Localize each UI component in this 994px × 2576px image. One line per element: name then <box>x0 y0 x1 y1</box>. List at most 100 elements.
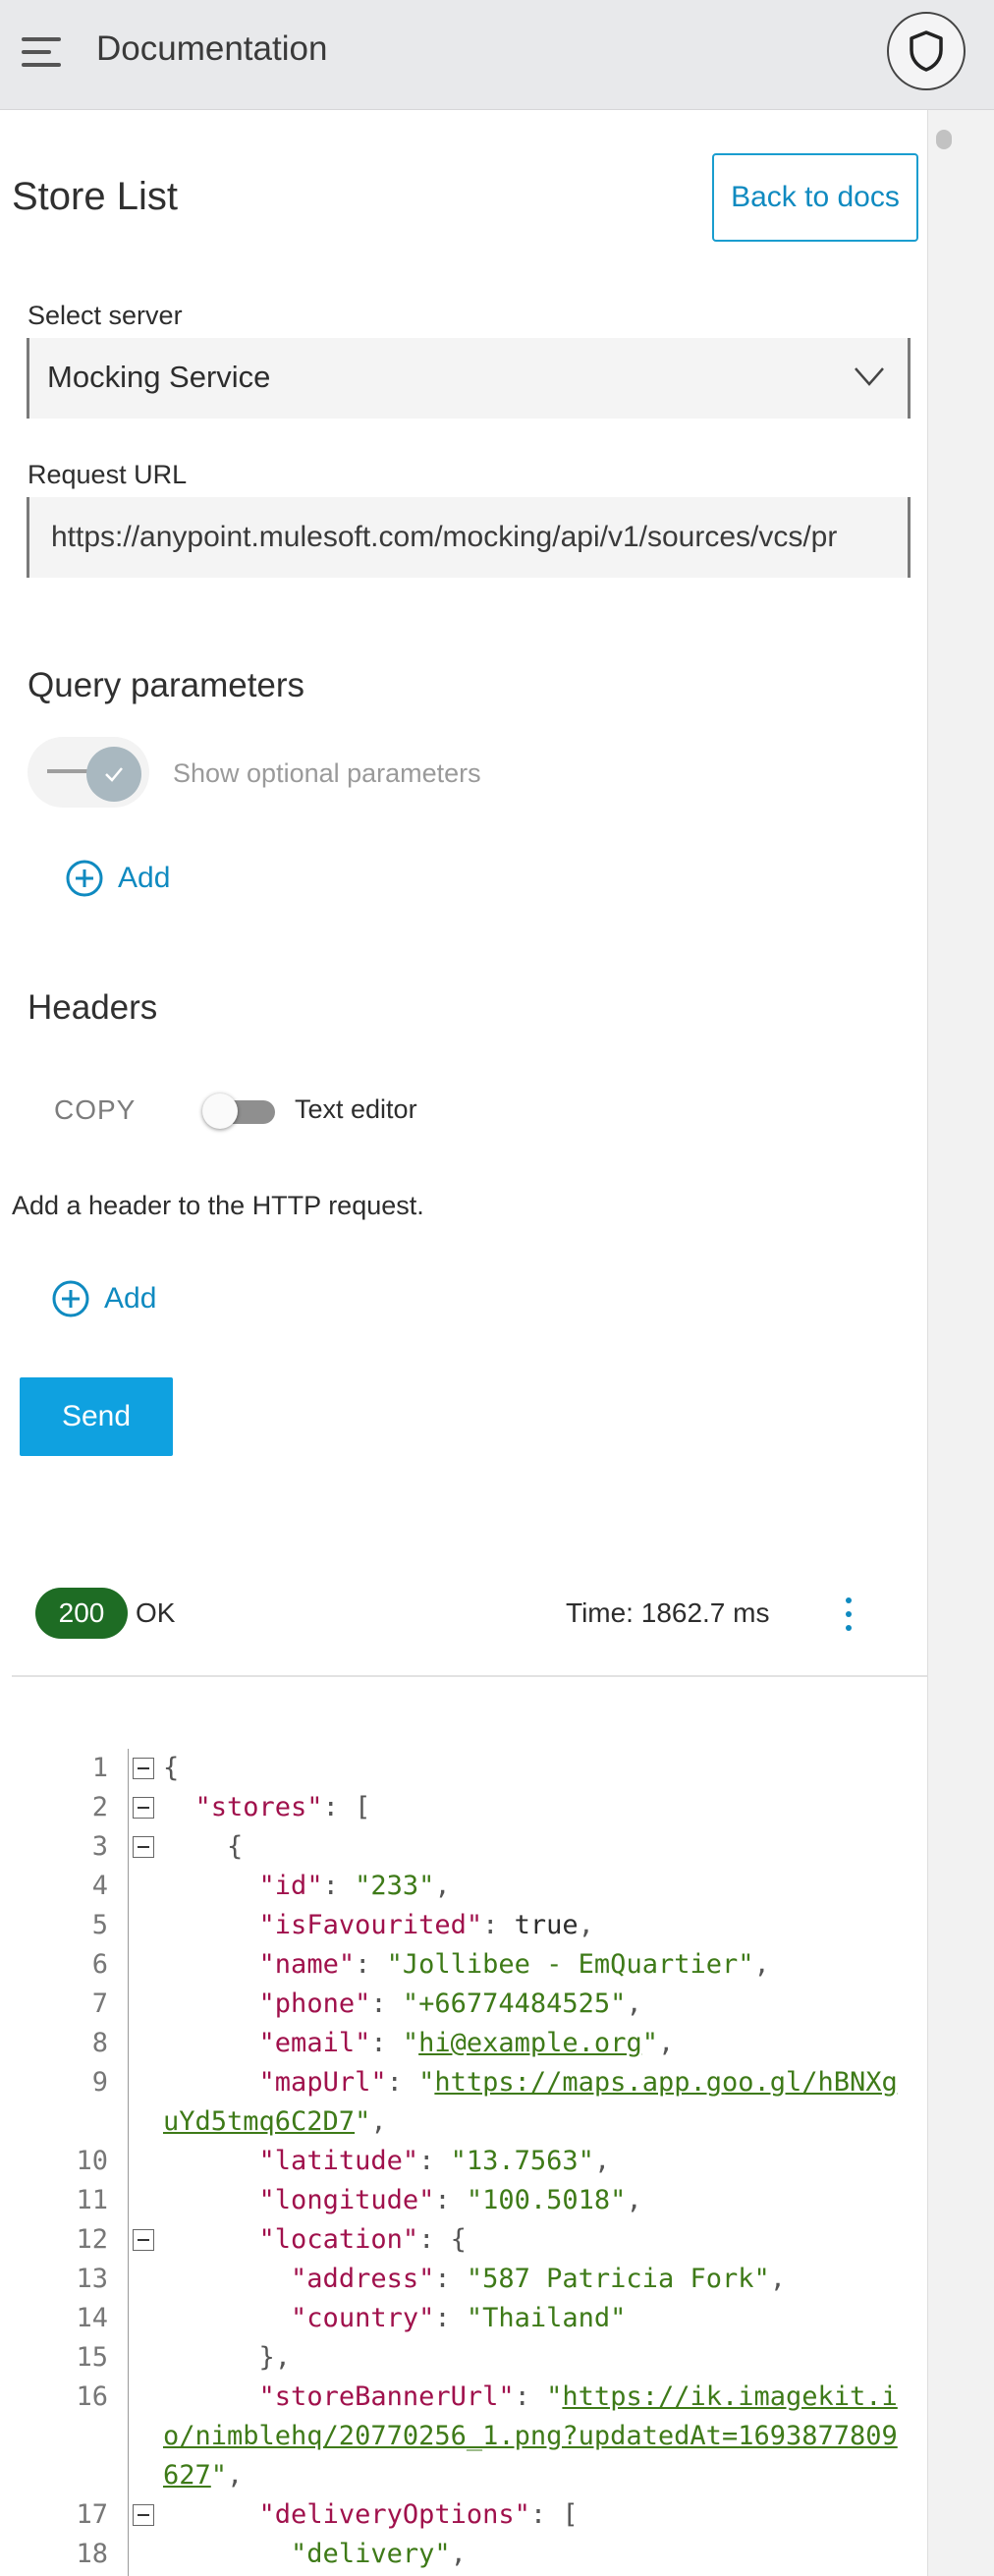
banner-url-link[interactable]: 627 <box>163 2460 211 2491</box>
code-line: 18 "delivery", <box>0 2535 927 2574</box>
request-url-value: https://anypoint.mulesoft.com/mocking/ap… <box>51 521 838 553</box>
code-line: 13 "address": "587 Patricia Fork", <box>0 2260 927 2299</box>
line-number: 8 <box>91 2028 108 2058</box>
code-line: 1{ <box>0 1749 927 1788</box>
code-text: "email": "hi@example.org", <box>258 2028 675 2058</box>
fold-toggle-icon[interactable] <box>133 1758 154 1779</box>
code-text: { <box>227 1831 244 1862</box>
code-line: 627", <box>0 2456 927 2495</box>
code-line: 15 }, <box>0 2338 927 2378</box>
code-line: 12 "location": { <box>0 2220 927 2260</box>
code-text: "country": "Thailand" <box>291 2303 627 2333</box>
status-badge: 200 <box>35 1588 128 1639</box>
code-line: 5 "isFavourited": true, <box>0 1906 927 1945</box>
app-bar: Documentation <box>0 0 994 110</box>
back-to-docs-button[interactable]: Back to docs <box>712 153 918 242</box>
code-line: 11 "longitude": "100.5018", <box>0 2181 927 2220</box>
scrollbar-track[interactable] <box>927 110 994 2576</box>
line-number: 14 <box>76 2303 108 2333</box>
hamburger-menu-icon[interactable] <box>22 35 65 69</box>
shield-icon <box>910 30 943 72</box>
code-text: "deliveryOptions": [ <box>258 2499 579 2530</box>
toggle-knob <box>86 747 141 802</box>
banner-url-link[interactable]: o/nimblehq/20770256_1.png?updatedAt=1693… <box>163 2421 898 2451</box>
code-text: uYd5tmq6C2D7", <box>163 2106 387 2137</box>
code-text: "isFavourited": true, <box>258 1910 594 1940</box>
chevron-down-icon <box>855 367 884 386</box>
more-options-icon[interactable] <box>841 1597 856 1631</box>
code-line: uYd5tmq6C2D7", <box>0 2102 927 2142</box>
code-text: "phone": "+66774484525", <box>258 1988 642 2019</box>
optional-parameters-toggle[interactable] <box>28 737 149 808</box>
code-text: "id": "233", <box>258 1871 451 1901</box>
code-line: 4 "id": "233", <box>0 1867 927 1906</box>
code-line: 16 "storeBannerUrl": "https://ik.imageki… <box>0 2378 927 2417</box>
query-parameters-title: Query parameters <box>28 666 305 704</box>
line-number: 10 <box>76 2146 108 2176</box>
page-title: Store List <box>12 175 178 218</box>
status-text: OK <box>136 1597 176 1628</box>
fold-toggle-icon[interactable] <box>133 2504 154 2526</box>
headers-title: Headers <box>28 988 158 1027</box>
code-line: 6 "name": "Jollibee - EmQuartier", <box>0 1945 927 1985</box>
code-text: "mapUrl": "https://maps.app.goo.gl/hBNXg <box>258 2067 898 2098</box>
code-line: 2 "stores": [ <box>0 1788 927 1827</box>
line-number: 3 <box>91 1831 108 1862</box>
code-line: 8 "email": "hi@example.org", <box>0 2024 927 2063</box>
fold-toggle-icon[interactable] <box>133 1797 154 1819</box>
email-link[interactable]: hi@example.org <box>418 2028 642 2058</box>
code-line: 10 "latitude": "13.7563", <box>0 2142 927 2181</box>
map-url-link[interactable]: uYd5tmq6C2D7 <box>163 2106 355 2137</box>
scrollbar-thumb[interactable] <box>936 130 952 149</box>
banner-url-link[interactable]: https://ik.imagekit.i <box>562 2381 897 2412</box>
optional-parameters-label: Show optional parameters <box>173 758 481 788</box>
code-text: }, <box>258 2342 292 2373</box>
server-select[interactable]: Mocking Service <box>27 338 911 419</box>
add-label: Add <box>118 862 171 894</box>
line-number: 9 <box>91 2067 108 2098</box>
code-text: "delivery", <box>291 2539 467 2569</box>
line-number: 16 <box>76 2381 108 2412</box>
add-header-button[interactable]: Add <box>51 1279 156 1318</box>
code-text: "location": { <box>258 2224 467 2255</box>
toggle-knob <box>202 1093 238 1129</box>
fold-toggle-icon[interactable] <box>133 2229 154 2251</box>
line-number: 4 <box>91 1871 108 1901</box>
add-circle-icon <box>52 1280 89 1317</box>
shield-button[interactable] <box>887 12 966 90</box>
code-line: 3 { <box>0 1827 927 1867</box>
server-select-value: Mocking Service <box>47 360 271 394</box>
code-text: "address": "587 Patricia Fork", <box>291 2264 786 2294</box>
code-line: 7 "phone": "+66774484525", <box>0 1985 927 2024</box>
code-text: "stores": [ <box>194 1792 371 1822</box>
response-time: Time: 1862.7 ms <box>566 1597 770 1628</box>
code-text: "latitude": "13.7563", <box>258 2146 611 2176</box>
response-body-viewer: 1{ 2 "stores": [ 3 { 4 "id": "233", 5 "i… <box>0 1749 927 2574</box>
line-number: 1 <box>91 1753 108 1783</box>
check-icon <box>105 767 123 782</box>
line-number: 7 <box>91 1988 108 2019</box>
text-editor-label: Text editor <box>295 1094 417 1124</box>
line-number: 2 <box>91 1792 108 1822</box>
code-line: 14 "country": "Thailand" <box>0 2299 927 2338</box>
request-url-label: Request URL <box>28 460 188 489</box>
code-line: o/nimblehq/20770256_1.png?updatedAt=1693… <box>0 2417 927 2456</box>
line-number: 18 <box>76 2539 108 2569</box>
text-editor-toggle[interactable] <box>202 1091 275 1130</box>
fold-toggle-icon[interactable] <box>133 1836 154 1858</box>
app-title: Documentation <box>96 29 328 68</box>
code-text: o/nimblehq/20770256_1.png?updatedAt=1693… <box>163 2417 898 2456</box>
line-number: 15 <box>76 2342 108 2373</box>
add-circle-icon <box>66 860 103 897</box>
code-text: "name": "Jollibee - EmQuartier", <box>258 1949 770 1980</box>
code-text: "longitude": "100.5018", <box>258 2185 642 2215</box>
line-number: 5 <box>91 1910 108 1940</box>
map-url-link[interactable]: https://maps.app.goo.gl/hBNXg <box>434 2067 897 2098</box>
line-number: 11 <box>76 2185 108 2215</box>
copy-button[interactable]: COPY <box>54 1094 136 1126</box>
line-number: 12 <box>76 2224 108 2255</box>
line-number: 6 <box>91 1949 108 1980</box>
request-url-field[interactable]: https://anypoint.mulesoft.com/mocking/ap… <box>27 497 911 578</box>
add-query-parameter-button[interactable]: Add <box>65 859 170 898</box>
send-button[interactable]: Send <box>20 1377 173 1456</box>
